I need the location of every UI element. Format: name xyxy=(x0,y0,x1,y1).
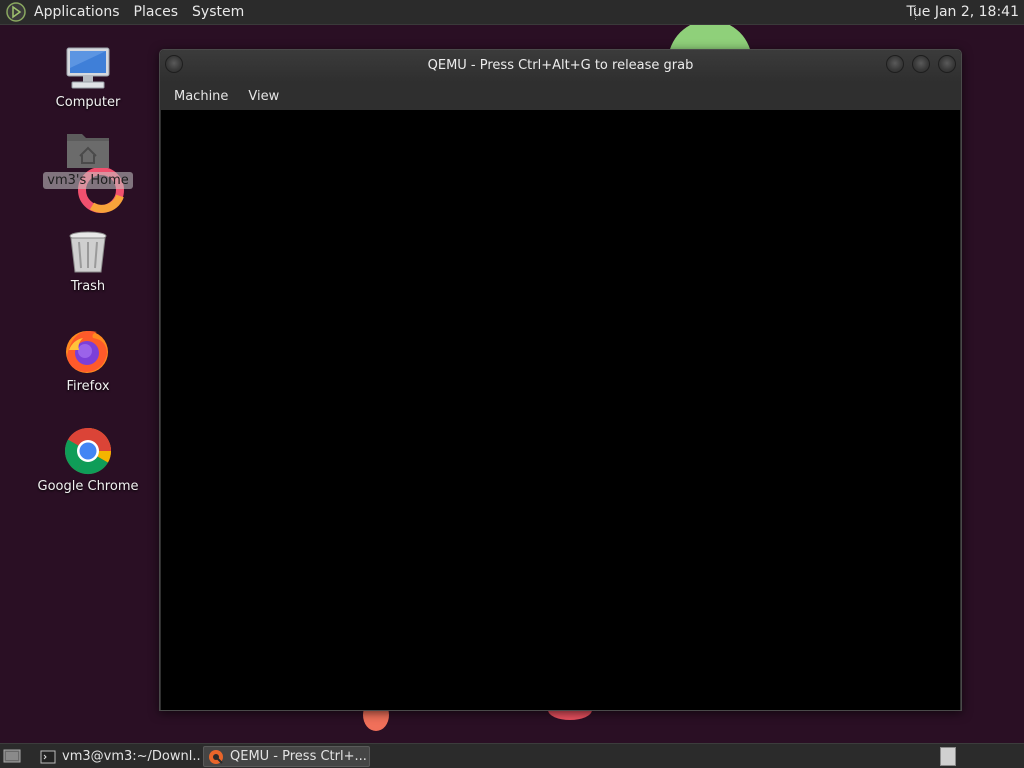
desktop-icon-home[interactable]: vm3's Home xyxy=(28,128,148,189)
top-panel: Applications Places System Tue Jan 2, 18… xyxy=(0,0,1024,25)
taskbar-item-label: QEMU - Press Ctrl+... xyxy=(230,749,367,764)
desktop-icon-label: Google Chrome xyxy=(37,479,139,494)
desktop-icon-chrome[interactable]: Google Chrome xyxy=(28,426,148,495)
firefox-icon xyxy=(66,331,108,373)
window-title: QEMU - Press Ctrl+Alt+G to release grab xyxy=(427,58,694,73)
maximize-button[interactable] xyxy=(912,55,930,73)
menu-machine[interactable]: Machine xyxy=(164,89,238,104)
taskbar-item-terminal[interactable]: vm3@vm3:~/Downl... xyxy=(36,746,200,767)
desktop-icon-label: vm3's Home xyxy=(43,172,133,189)
taskbar-item-qemu[interactable]: QEMU - Press Ctrl+... xyxy=(203,746,370,767)
chrome-icon xyxy=(64,427,112,475)
desktop-icon-label: Computer xyxy=(55,95,121,110)
desktop-icon-trash[interactable]: Trash xyxy=(28,228,148,295)
clock[interactable]: Tue Jan 2, 18:41 xyxy=(906,0,1019,25)
system-menu[interactable]: System xyxy=(185,0,251,25)
terminal-icon xyxy=(40,750,56,763)
vm-display[interactable] xyxy=(161,110,960,710)
desktop-icon-label: Trash xyxy=(70,279,106,294)
trash-icon xyxy=(69,231,107,273)
workspace-switcher-1[interactable] xyxy=(940,747,956,766)
minimize-button[interactable] xyxy=(886,55,904,73)
places-menu[interactable]: Places xyxy=(127,0,186,25)
qemu-icon xyxy=(209,749,223,764)
computer-icon xyxy=(66,47,110,89)
bottom-panel: vm3@vm3:~/Downl... QEMU - Press Ctrl+... xyxy=(0,743,1024,768)
show-desktop-icon[interactable] xyxy=(3,748,21,764)
desktop-icon-label: Firefox xyxy=(66,379,110,394)
window-titlebar[interactable]: QEMU - Press Ctrl+Alt+G to release grab xyxy=(160,50,961,82)
home-folder-icon xyxy=(67,134,109,168)
taskbar-item-label: vm3@vm3:~/Downl... xyxy=(62,749,200,764)
close-button[interactable] xyxy=(938,55,956,73)
desktop-icon-firefox[interactable]: Firefox xyxy=(28,326,148,395)
workspace-switcher-2[interactable] xyxy=(962,747,978,766)
desktop-icon-computer[interactable]: Computer xyxy=(28,44,148,111)
applications-menu[interactable]: Applications xyxy=(32,0,127,25)
qemu-window[interactable]: QEMU - Press Ctrl+Alt+G to release grab … xyxy=(159,49,962,711)
linux-mint-menu-icon[interactable] xyxy=(6,2,26,22)
menu-view[interactable]: View xyxy=(238,89,289,104)
qemu-menubar: Machine View xyxy=(160,82,961,110)
